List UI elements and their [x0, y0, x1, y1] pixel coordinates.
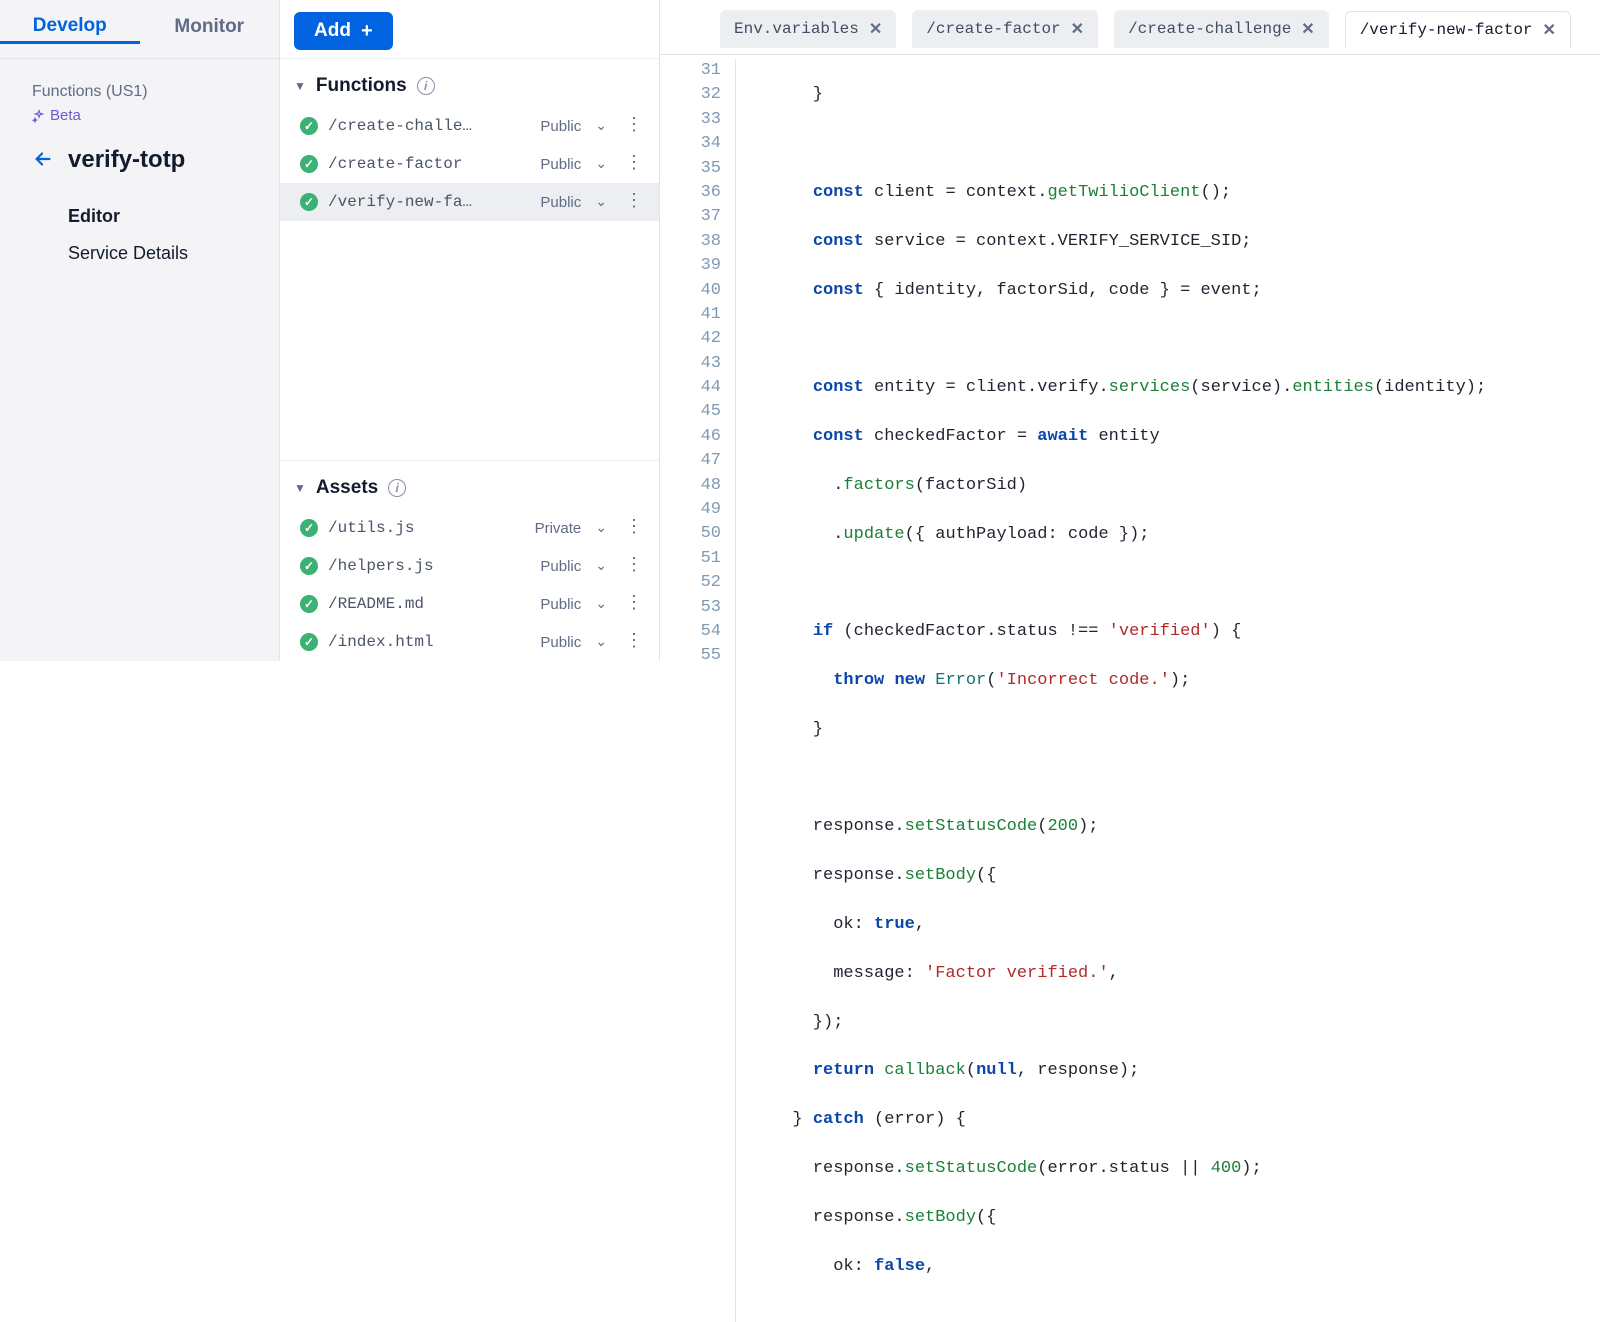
editor-tab[interactable]: /create-challenge ✕ [1114, 10, 1329, 48]
visibility-label: Public [540, 156, 581, 173]
caret-down-icon: ▼ [294, 481, 306, 495]
info-icon[interactable]: i [417, 77, 435, 95]
status-ok-icon: ✓ [300, 117, 318, 135]
visibility-label: Public [540, 194, 581, 211]
status-ok-icon: ✓ [300, 519, 318, 537]
editor-tab-label: Env.variables [734, 20, 859, 38]
editor-tabbar: Env.variables ✕ /create-factor ✕ /create… [660, 0, 1600, 55]
editor-tab-label: /verify-new-factor [1360, 21, 1533, 39]
context-label: Functions (US1) [32, 83, 259, 101]
sparkle-icon [32, 109, 46, 123]
function-item[interactable]: ✓ /create-factor Public ⌄ ⋮ [280, 145, 659, 183]
visibility-label: Public [540, 596, 581, 613]
tab-monitor[interactable]: Monitor [140, 16, 280, 42]
function-item[interactable]: ✓ /create-challe… Public ⌄ ⋮ [280, 107, 659, 145]
visibility-label: Public [540, 118, 581, 135]
beta-label: Beta [50, 107, 81, 124]
sidebar-tabs: Develop Monitor [0, 0, 279, 58]
chevron-down-icon[interactable]: ⌄ [591, 520, 611, 537]
chevron-down-icon[interactable]: ⌄ [591, 194, 611, 211]
kebab-menu-icon[interactable]: ⋮ [621, 155, 647, 173]
kebab-menu-icon[interactable]: ⋮ [621, 519, 647, 537]
close-icon[interactable]: ✕ [1543, 20, 1556, 40]
chevron-down-icon[interactable]: ⌄ [591, 634, 611, 651]
code-editor: Env.variables ✕ /create-factor ✕ /create… [660, 0, 1600, 661]
function-item[interactable]: ✓ /verify-new-fa… Public ⌄ ⋮ [280, 183, 659, 221]
add-button[interactable]: Add + [294, 12, 393, 50]
status-ok-icon: ✓ [300, 633, 318, 651]
status-ok-icon: ✓ [300, 155, 318, 173]
explorer: Add + ▼ Functions i ✓ /create-challe… Pu… [280, 0, 660, 661]
chevron-down-icon[interactable]: ⌄ [591, 156, 611, 173]
file-name: /README.md [328, 595, 530, 613]
add-button-label: Add [314, 20, 351, 42]
asset-item[interactable]: ✓ /helpers.js Public ⌄ ⋮ [280, 547, 659, 585]
visibility-label: Private [535, 520, 582, 537]
section-assets-title: Assets [316, 477, 378, 499]
status-ok-icon: ✓ [300, 595, 318, 613]
kebab-menu-icon[interactable]: ⋮ [621, 117, 647, 135]
file-name: /utils.js [328, 519, 525, 537]
editor-tab-label: /create-factor [926, 20, 1060, 38]
close-icon[interactable]: ✕ [869, 19, 882, 39]
functions-list: ✓ /create-challe… Public ⌄ ⋮ ✓ /create-f… [280, 107, 659, 221]
asset-item[interactable]: ✓ /index.html Public ⌄ ⋮ [280, 623, 659, 661]
editor-tab[interactable]: /create-factor ✕ [912, 10, 1098, 48]
editor-tab[interactable]: Env.variables ✕ [720, 10, 896, 48]
sidebar: Develop Monitor Functions (US1) Beta [0, 0, 280, 661]
visibility-label: Public [540, 558, 581, 575]
section-assets-header[interactable]: ▼ Assets i [280, 460, 659, 509]
editor-tab[interactable]: /verify-new-factor ✕ [1345, 11, 1571, 49]
caret-down-icon: ▼ [294, 79, 306, 93]
close-icon[interactable]: ✕ [1301, 19, 1314, 39]
visibility-label: Public [540, 634, 581, 651]
file-name: /index.html [328, 633, 530, 651]
nav-service-details[interactable]: Service Details [32, 235, 259, 272]
assets-list: ✓ /utils.js Private ⌄ ⋮ ✓ /helpers.js Pu… [280, 509, 659, 661]
code-area[interactable]: } const client = context.getTwilioClient… [736, 59, 1486, 1322]
kebab-menu-icon[interactable]: ⋮ [621, 193, 647, 211]
file-name: /verify-new-fa… [328, 193, 530, 211]
file-name: /helpers.js [328, 557, 530, 575]
nav-editor[interactable]: Editor [32, 198, 259, 235]
info-icon[interactable]: i [388, 479, 406, 497]
close-icon[interactable]: ✕ [1071, 19, 1084, 39]
status-ok-icon: ✓ [300, 557, 318, 575]
chevron-down-icon[interactable]: ⌄ [591, 596, 611, 613]
beta-badge: Beta [32, 107, 81, 124]
kebab-menu-icon[interactable]: ⋮ [621, 557, 647, 575]
status-ok-icon: ✓ [300, 193, 318, 211]
section-functions-header[interactable]: ▼ Functions i [280, 58, 659, 107]
asset-item[interactable]: ✓ /utils.js Private ⌄ ⋮ [280, 509, 659, 547]
file-name: /create-factor [328, 155, 530, 173]
kebab-menu-icon[interactable]: ⋮ [621, 633, 647, 651]
chevron-down-icon[interactable]: ⌄ [591, 558, 611, 575]
kebab-menu-icon[interactable]: ⋮ [621, 595, 647, 613]
editor-tab-label: /create-challenge [1128, 20, 1291, 38]
service-title: verify-totp [68, 146, 185, 174]
line-gutter: 3132333435363738394041424344454647484950… [660, 59, 736, 1322]
section-functions-title: Functions [316, 75, 407, 97]
plus-icon: + [361, 21, 373, 41]
asset-item[interactable]: ✓ /README.md Public ⌄ ⋮ [280, 585, 659, 623]
file-name: /create-challe… [328, 117, 530, 135]
tab-develop[interactable]: Develop [0, 15, 140, 44]
chevron-down-icon[interactable]: ⌄ [591, 118, 611, 135]
back-arrow-icon[interactable] [32, 148, 54, 173]
